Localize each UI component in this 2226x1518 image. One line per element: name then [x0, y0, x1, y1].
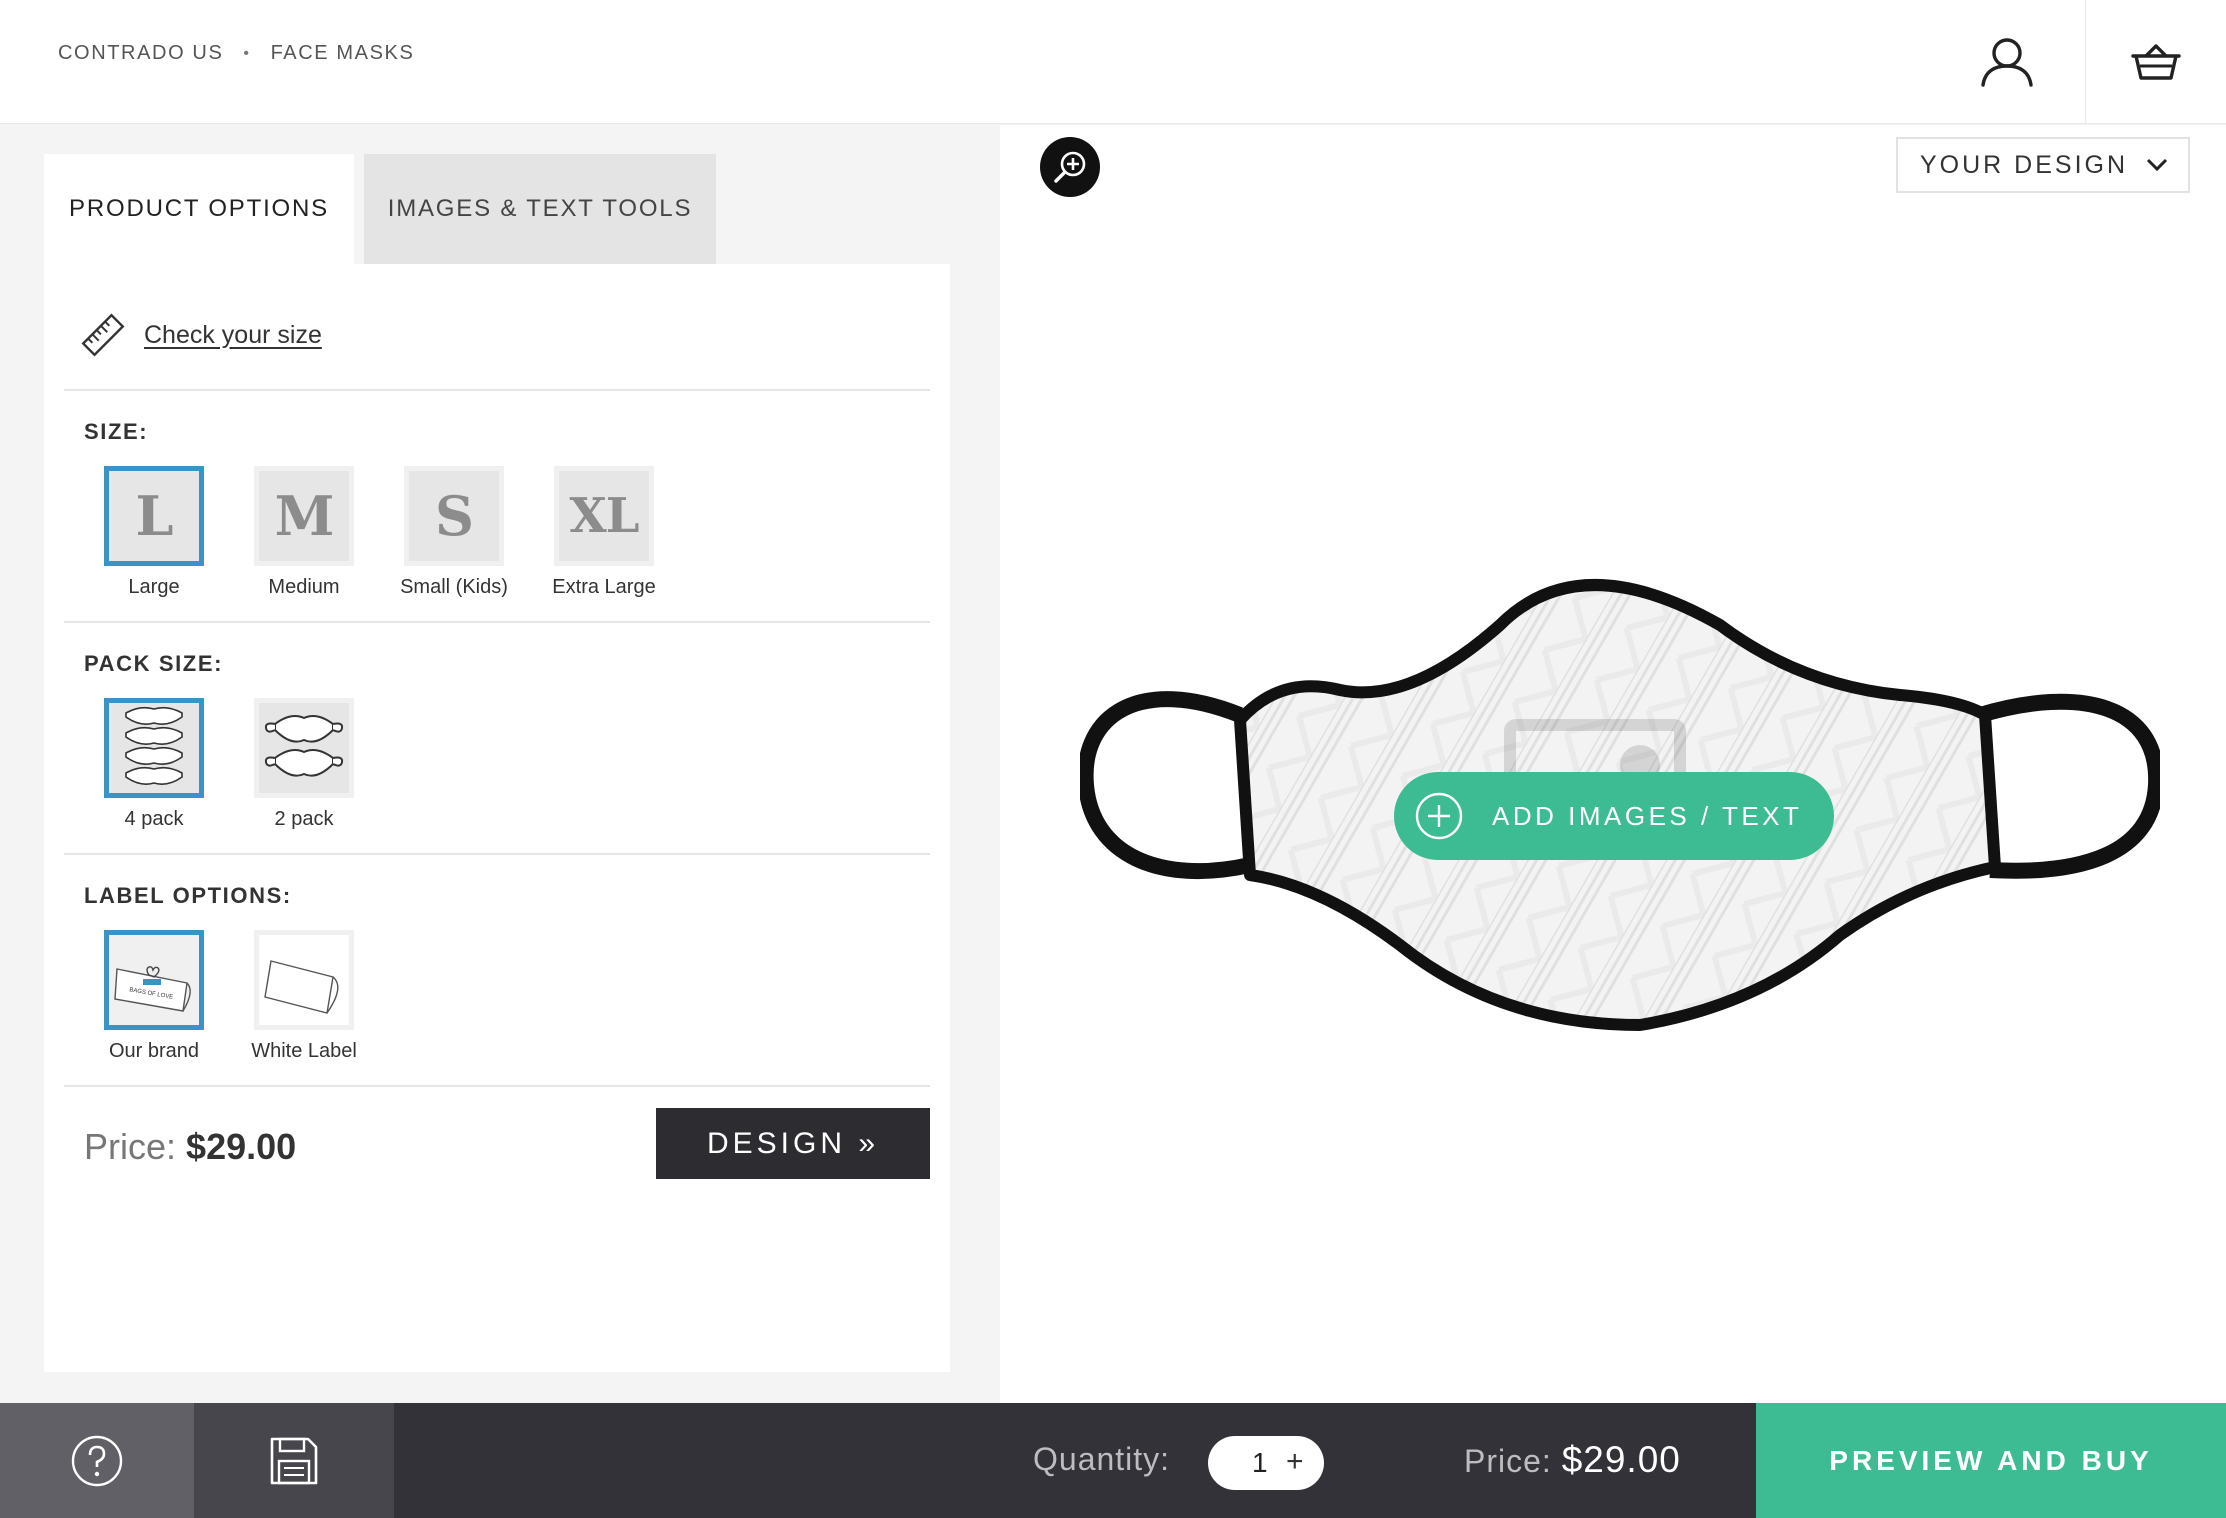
- footer-price: Price: $29.00: [1464, 1439, 1681, 1481]
- two-mask-icon: [264, 715, 344, 777]
- size-option-large[interactable]: L Large: [79, 466, 229, 599]
- quantity-stepper[interactable]: 1 +: [1208, 1436, 1324, 1490]
- pack-swatch: [254, 698, 354, 798]
- quantity-value[interactable]: 1: [1252, 1436, 1268, 1490]
- pack-option-2[interactable]: 2 pack: [229, 698, 379, 831]
- footer-bar: Quantity: 1 + Price: $29.00 PREVIEW AND …: [0, 1403, 2226, 1518]
- label-option-label: Our brand: [108, 1040, 200, 1062]
- panel-price-value: $29.00: [186, 1126, 297, 1167]
- divider: [64, 621, 930, 623]
- size-guide: Check your size: [80, 312, 322, 358]
- pack-swatch: [104, 698, 204, 798]
- panel-price: Price: $29.00: [84, 1126, 296, 1168]
- tab-images-text-tools[interactable]: IMAGES & TEXT TOOLS: [364, 154, 716, 264]
- size-swatch: XL: [554, 466, 654, 566]
- size-option-label: Extra Large: [552, 576, 656, 598]
- divider: [64, 853, 930, 855]
- view-select[interactable]: YOUR DESIGN: [1896, 137, 2190, 193]
- size-swatch: L: [104, 466, 204, 566]
- ruler-icon: [81, 313, 125, 357]
- basket-button[interactable]: [2085, 0, 2226, 124]
- pack-option-4[interactable]: 4 pack: [79, 698, 229, 831]
- size-glyph: M: [274, 484, 335, 548]
- footer-price-value: $29.00: [1561, 1439, 1681, 1480]
- check-size-link[interactable]: Check your size: [144, 321, 322, 350]
- four-mask-icon: [125, 706, 183, 785]
- divider: [64, 389, 930, 391]
- divider: [64, 1085, 930, 1087]
- label-option-label: White Label: [251, 1040, 357, 1062]
- design-canvas: YOUR DESIGN ADD IMAGES / TEXT: [1000, 125, 2226, 1403]
- footer-price-label: Price:: [1464, 1443, 1552, 1479]
- pack-option-label: 4 pack: [124, 808, 184, 830]
- design-button[interactable]: DESIGN »: [656, 1108, 930, 1179]
- white-label-icon: [264, 960, 339, 1014]
- pack-option-label: 2 pack: [274, 808, 334, 830]
- breadcrumb-current[interactable]: FACE MASKS: [271, 42, 415, 65]
- zoom-button[interactable]: [1040, 137, 1100, 197]
- quantity-increase-button[interactable]: +: [1286, 1436, 1304, 1488]
- size-option-label: Medium: [268, 576, 340, 598]
- size-glyph: S: [435, 484, 474, 548]
- breadcrumb: CONTRADO US • FACE MASKS: [58, 42, 414, 65]
- pack-size-section-title: PACK SIZE:: [84, 651, 224, 676]
- help-icon: [71, 1435, 123, 1486]
- add-images-text-label: ADD IMAGES / TEXT: [1492, 800, 1803, 831]
- help-button[interactable]: [0, 1403, 194, 1518]
- breadcrumb-separator: •: [243, 44, 251, 62]
- label-option-our-brand[interactable]: BAGS OF LOVE Our brand: [79, 930, 229, 1063]
- breadcrumb-home-link[interactable]: CONTRADO US: [58, 42, 223, 65]
- plus-circle-icon: [1415, 792, 1463, 840]
- save-icon: [270, 1437, 318, 1484]
- panel-price-label: Price:: [84, 1126, 177, 1167]
- site-header: CONTRADO US • FACE MASKS: [0, 0, 2226, 124]
- quantity-label: Quantity:: [1033, 1441, 1171, 1477]
- brand-label-icon: BAGS OF LOVE: [114, 966, 191, 1012]
- option-tabs: PRODUCT OPTIONS IMAGES & TEXT TOOLS: [44, 154, 716, 264]
- size-glyph: XL: [569, 488, 640, 544]
- product-options-panel: Check your size SIZE: L Large M Medium S…: [44, 264, 950, 1372]
- size-option-small[interactable]: S Small (Kids): [379, 466, 529, 599]
- size-glyph: L: [135, 484, 174, 548]
- label-swatch: [254, 930, 354, 1030]
- user-icon: [1981, 38, 2033, 87]
- add-images-text-button[interactable]: ADD IMAGES / TEXT: [1394, 772, 1834, 860]
- chevron-down-icon: [2146, 158, 2168, 172]
- tab-product-options[interactable]: PRODUCT OPTIONS: [44, 154, 354, 264]
- label-options-section-title: LABEL OPTIONS:: [84, 883, 292, 908]
- size-option-extra-large[interactable]: XL Extra Large: [529, 466, 679, 599]
- view-select-label: YOUR DESIGN: [1920, 150, 2129, 179]
- label-swatch: BAGS OF LOVE: [104, 930, 204, 1030]
- size-option-medium[interactable]: M Medium: [229, 466, 379, 599]
- basket-icon: [2131, 44, 2181, 80]
- zoom-in-icon: [1054, 151, 1086, 183]
- preview-and-buy-button[interactable]: PREVIEW AND BUY: [1756, 1403, 2226, 1518]
- size-swatch: M: [254, 466, 354, 566]
- size-option-label: Small (Kids): [400, 576, 508, 598]
- label-option-white-label[interactable]: White Label: [229, 930, 379, 1063]
- save-button[interactable]: [194, 1403, 394, 1518]
- size-swatch: S: [404, 466, 504, 566]
- size-section-title: SIZE:: [84, 419, 149, 444]
- account-button[interactable]: [1930, 0, 2084, 124]
- size-option-label: Large: [128, 576, 180, 598]
